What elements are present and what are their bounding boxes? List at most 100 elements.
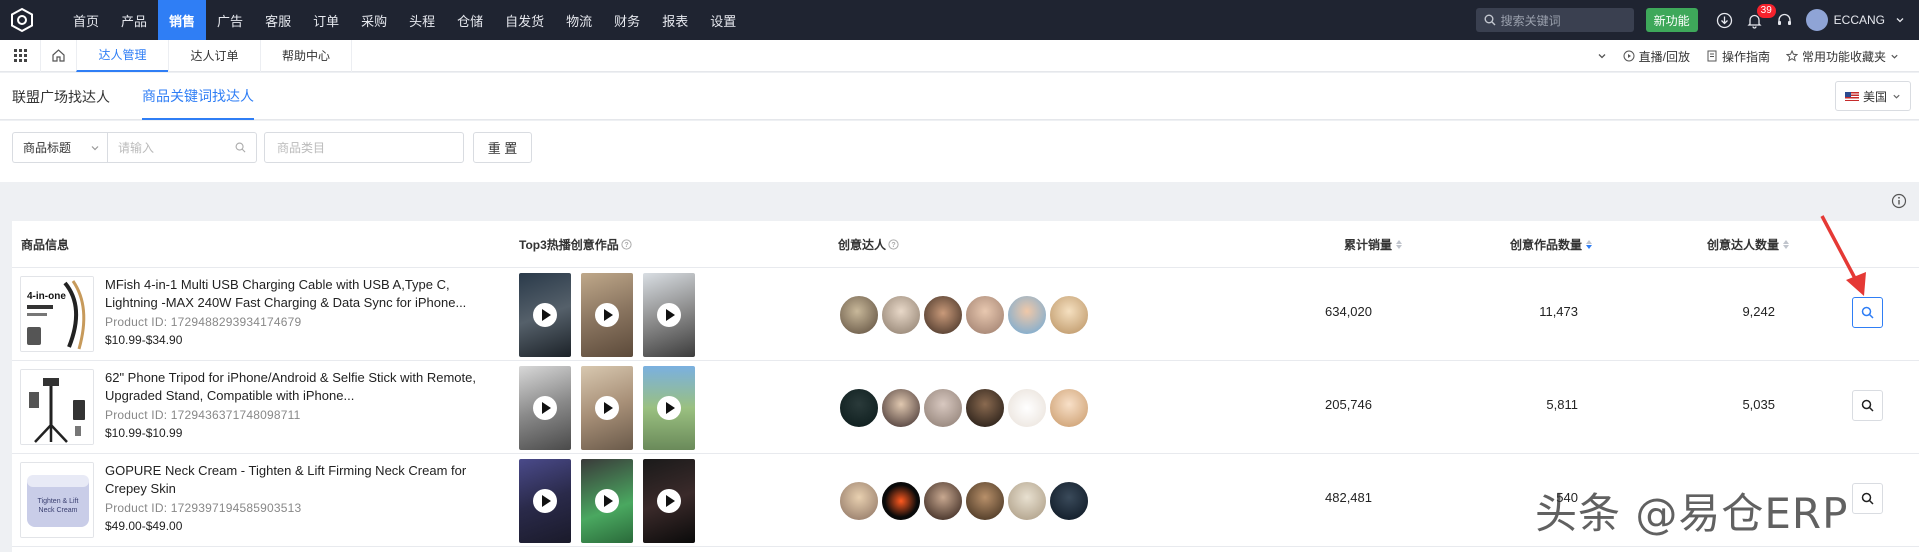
- user-avatar[interactable]: [1805, 9, 1828, 31]
- header-creator-count[interactable]: 创意达人数量: [1639, 221, 1789, 268]
- product-name[interactable]: MFish 4-in-1 Multi USB Charging Cable wi…: [105, 276, 505, 312]
- keyword-input[interactable]: 请输入: [107, 132, 257, 163]
- category-input[interactable]: 商品类目: [264, 132, 464, 163]
- creator-avatar[interactable]: [838, 387, 880, 429]
- reset-button[interactable]: 重 置: [473, 132, 532, 163]
- creator-avatar[interactable]: [964, 387, 1006, 429]
- play-icon[interactable]: [595, 396, 619, 420]
- search-field-select[interactable]: 商品标题: [12, 132, 108, 163]
- menu-item-purchase[interactable]: 采购: [350, 0, 398, 40]
- tab-keyword-search[interactable]: 商品关键词找达人: [142, 73, 254, 120]
- creator-avatar[interactable]: [880, 480, 922, 522]
- live-replay-link[interactable]: 直播/回放: [1623, 48, 1690, 65]
- table-row[interactable]: 4-in-one MFish 4-in-1 Multi USB Charging…: [12, 268, 1919, 361]
- creator-avatar[interactable]: [1048, 387, 1090, 429]
- country-select[interactable]: 美国: [1835, 81, 1911, 111]
- creator-avatar[interactable]: [964, 294, 1006, 336]
- new-feature-button[interactable]: 新功能: [1645, 8, 1698, 32]
- play-icon[interactable]: [533, 303, 557, 327]
- creator-avatar[interactable]: [1006, 294, 1048, 336]
- creator-avatar[interactable]: [922, 480, 964, 522]
- favorites-link[interactable]: 常用功能收藏夹: [1785, 48, 1903, 65]
- menu-item-orders[interactable]: 订单: [302, 0, 350, 40]
- video-thumbnail[interactable]: [519, 459, 571, 543]
- subtab-creator-orders[interactable]: 达人订单: [168, 39, 260, 72]
- product-thumbnail[interactable]: [20, 369, 94, 445]
- sort-icon[interactable]: [1783, 240, 1789, 249]
- headset-icon[interactable]: [1770, 0, 1800, 40]
- home-icon[interactable]: [40, 39, 76, 72]
- play-icon[interactable]: [595, 303, 619, 327]
- creator-avatar[interactable]: [1006, 480, 1048, 522]
- logo-icon[interactable]: [0, 0, 44, 40]
- global-search-input[interactable]: 搜索关键词: [1475, 8, 1634, 32]
- apps-grid-icon[interactable]: [0, 40, 40, 72]
- creator-avatar[interactable]: [922, 294, 964, 336]
- play-icon[interactable]: [657, 396, 681, 420]
- video-thumbnail[interactable]: [581, 459, 633, 543]
- play-icon[interactable]: [657, 303, 681, 327]
- product-name[interactable]: 62" Phone Tripod for iPhone/Android & Se…: [105, 369, 505, 405]
- creator-avatar[interactable]: [922, 387, 964, 429]
- main-menu: 首页 产品 销售 广告 客服 订单 采购 头程 仓储 自发货 物流 财务 报表 …: [62, 0, 747, 40]
- header-works-count[interactable]: 创意作品数量: [1442, 221, 1592, 268]
- play-icon[interactable]: [533, 489, 557, 513]
- menu-item-self-ship[interactable]: 自发货: [494, 0, 555, 40]
- find-creators-button[interactable]: [1852, 390, 1883, 421]
- document-icon: [1707, 50, 1717, 62]
- video-thumbnail[interactable]: [643, 273, 695, 357]
- operation-guide-link[interactable]: 操作指南: [1706, 48, 1770, 65]
- menu-item-home[interactable]: 首页: [62, 0, 110, 40]
- video-thumbnail[interactable]: [643, 459, 695, 543]
- creator-avatar[interactable]: [1048, 294, 1090, 336]
- notification-bell-icon[interactable]: 39: [1740, 0, 1776, 40]
- video-thumbnail[interactable]: [643, 366, 695, 450]
- sort-icon[interactable]: [1396, 240, 1402, 249]
- video-thumbnail[interactable]: [519, 366, 571, 450]
- table-row[interactable]: 62" Phone Tripod for iPhone/Android & Se…: [12, 361, 1919, 454]
- find-creators-button[interactable]: [1852, 297, 1883, 328]
- menu-item-finance[interactable]: 财务: [603, 0, 651, 40]
- menu-item-settings[interactable]: 设置: [699, 0, 747, 40]
- subtab-help-center[interactable]: 帮助中心: [260, 39, 352, 72]
- download-icon[interactable]: [1710, 0, 1740, 40]
- info-icon[interactable]: [1891, 193, 1907, 209]
- menu-item-logistics[interactable]: 物流: [555, 0, 603, 40]
- menu-item-service[interactable]: 客服: [254, 0, 302, 40]
- chevron-down-icon[interactable]: [1597, 51, 1607, 61]
- creator-avatar[interactable]: [880, 387, 922, 429]
- creator-avatar[interactable]: [880, 294, 922, 336]
- creator-avatar[interactable]: [838, 294, 880, 336]
- menu-item-ads[interactable]: 广告: [206, 0, 254, 40]
- tab-alliance-square[interactable]: 联盟广场找达人: [12, 73, 110, 120]
- creator-avatar[interactable]: [964, 480, 1006, 522]
- product-thumbnail[interactable]: 4-in-one: [20, 276, 94, 352]
- play-icon[interactable]: [657, 489, 681, 513]
- chevron-down-icon[interactable]: [1895, 15, 1905, 25]
- search-icon[interactable]: [235, 142, 246, 153]
- video-thumbnail[interactable]: [581, 273, 633, 357]
- menu-item-products[interactable]: 产品: [110, 0, 158, 40]
- header-top3: Top3热播创意作品 ?: [519, 221, 632, 268]
- menu-item-warehouse[interactable]: 仓储: [446, 0, 494, 40]
- video-thumbnail[interactable]: [519, 273, 571, 357]
- header-total-sales[interactable]: 累计销量: [1252, 221, 1402, 268]
- creator-avatar[interactable]: [1006, 387, 1048, 429]
- product-name[interactable]: GOPURE Neck Cream - Tighten & Lift Firmi…: [105, 462, 505, 498]
- video-thumbnail[interactable]: [581, 366, 633, 450]
- creator-avatar[interactable]: [838, 480, 880, 522]
- help-icon[interactable]: ?: [621, 239, 632, 250]
- play-icon[interactable]: [533, 396, 557, 420]
- menu-item-sales[interactable]: 销售: [158, 0, 207, 40]
- creator-avatar[interactable]: [1048, 480, 1090, 522]
- menu-item-first-leg[interactable]: 头程: [398, 0, 446, 40]
- creator-count: 9,242: [1742, 304, 1775, 319]
- product-thumbnail[interactable]: Tighten & Lift Neck Cream: [20, 462, 94, 538]
- username[interactable]: ECCANG: [1834, 13, 1885, 27]
- subtab-creator-management[interactable]: 达人管理: [76, 39, 168, 72]
- play-icon[interactable]: [595, 489, 619, 513]
- sort-icon[interactable]: [1586, 240, 1592, 249]
- header-creator-count-label: 创意达人数量: [1706, 238, 1779, 252]
- menu-item-reports[interactable]: 报表: [651, 0, 699, 40]
- help-icon[interactable]: ?: [888, 239, 899, 250]
